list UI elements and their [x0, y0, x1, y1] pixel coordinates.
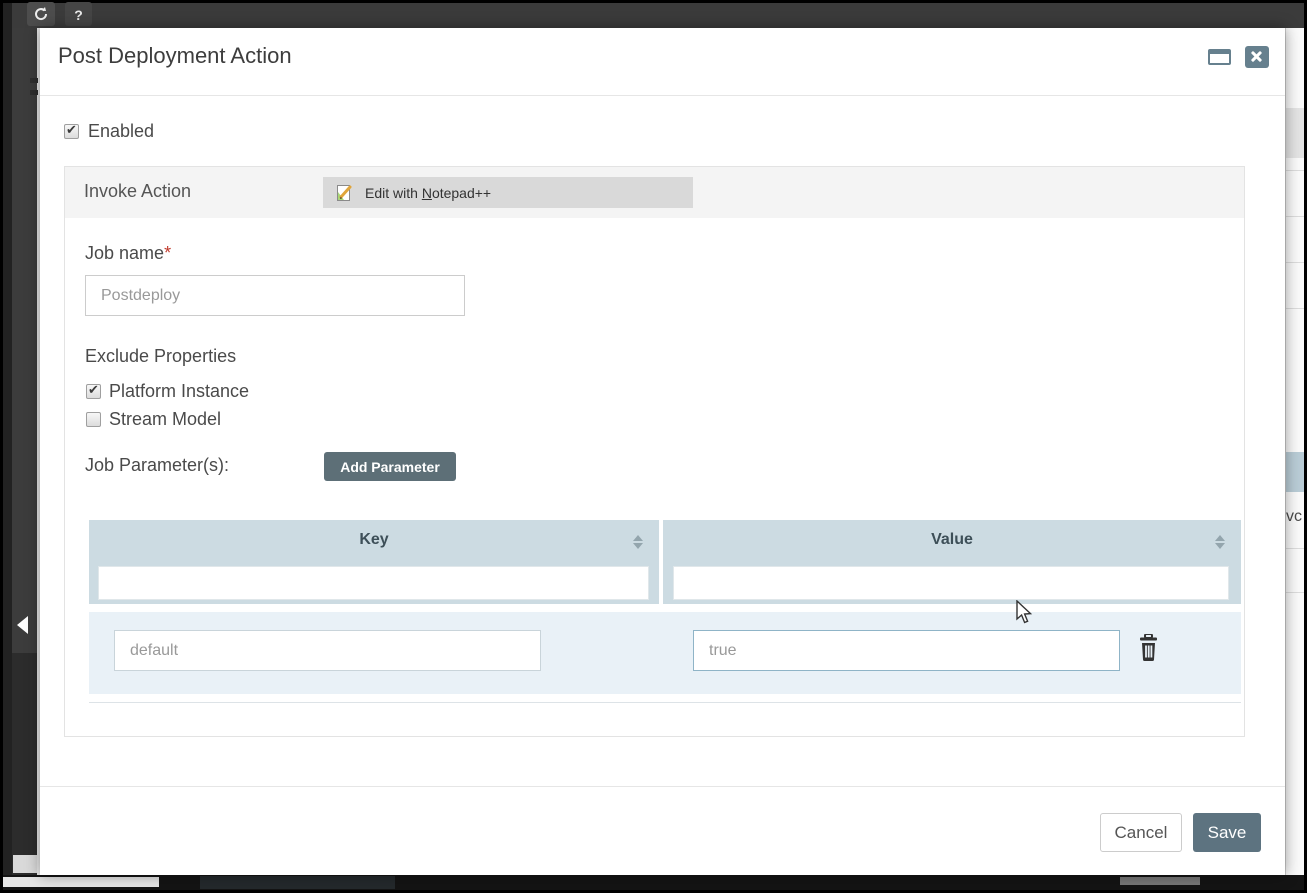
- app-left-sidebar: [12, 28, 37, 653]
- menu-icon: [30, 78, 38, 83]
- app-top-toolbar: [3, 3, 1304, 28]
- maximize-icon[interactable]: [1208, 49, 1231, 65]
- right-sliver-header: [1286, 108, 1304, 158]
- app-bottom-segment: [200, 876, 395, 889]
- stream-model-row: Stream Model: [86, 409, 221, 430]
- platform-instance-checkbox[interactable]: [86, 384, 101, 399]
- edit-with-notepad-button[interactable]: Edit with Notepad++: [323, 177, 693, 208]
- required-mark: *: [164, 243, 171, 263]
- horizontal-scrollbar-track[interactable]: [3, 877, 159, 887]
- divider: [1286, 308, 1304, 309]
- exclude-properties-label: Exclude Properties: [85, 346, 236, 367]
- divider: [1286, 548, 1304, 549]
- delete-parameter-button[interactable]: [1137, 634, 1160, 664]
- job-name-label: Job name*: [85, 243, 171, 264]
- mouse-cursor: [1016, 600, 1034, 631]
- section-title: Invoke Action: [84, 181, 191, 202]
- platform-instance-label: Platform Instance: [109, 381, 249, 401]
- parameter-value-input[interactable]: [693, 630, 1120, 671]
- value-column-label: Value: [663, 531, 1241, 549]
- sort-icon[interactable]: [1215, 535, 1225, 549]
- divider: [1286, 170, 1304, 171]
- notepad-icon: [335, 183, 355, 203]
- enabled-label: Enabled: [88, 121, 154, 141]
- refresh-button[interactable]: [27, 2, 55, 26]
- parameters-table: Key Value: [89, 520, 1241, 703]
- divider: [1286, 592, 1304, 593]
- app-bottom-bar: [3, 875, 1304, 890]
- stream-model-label: Stream Model: [109, 409, 221, 429]
- invoke-action-header: Invoke Action Edit with Notepad++: [65, 167, 1244, 218]
- collapse-sidebar-chevron-icon[interactable]: [17, 616, 28, 634]
- invoke-action-panel: Invoke Action Edit with Notepad++ Job na…: [64, 166, 1245, 737]
- trash-icon: [1137, 634, 1160, 661]
- right-sliver-selected-row: [1286, 452, 1304, 492]
- platform-instance-row: Platform Instance: [86, 381, 249, 402]
- app-left-bottom-panel: [13, 855, 37, 873]
- key-column-label: Key: [89, 531, 659, 549]
- edit-button-label: Edit with Notepad++: [365, 185, 491, 201]
- app-left-edge: [3, 3, 12, 875]
- header-divider: [40, 95, 1285, 96]
- job-parameters-label: Job Parameter(s):: [85, 455, 229, 476]
- help-icon: ?: [74, 7, 83, 23]
- enabled-checkbox[interactable]: [64, 124, 79, 139]
- dialog-title: Post Deployment Action: [58, 43, 292, 69]
- menu-icon: [30, 90, 38, 95]
- footer-divider: [40, 786, 1285, 787]
- parameter-key-input[interactable]: [114, 630, 541, 671]
- add-parameter-button[interactable]: Add Parameter: [324, 452, 456, 481]
- horizontal-scrollbar-thumb[interactable]: [1120, 877, 1200, 885]
- parameter-row: [89, 612, 1241, 694]
- value-filter-input[interactable]: [673, 566, 1229, 600]
- close-icon[interactable]: [1245, 46, 1269, 68]
- help-button[interactable]: ?: [65, 2, 92, 26]
- sort-icon[interactable]: [633, 535, 643, 549]
- right-sliver-text: vc: [1286, 508, 1302, 526]
- post-deployment-action-dialog: Post Deployment Action Enabled Invoke Ac…: [40, 28, 1285, 875]
- app-left-sidebar-lower: [12, 653, 37, 875]
- key-filter-input[interactable]: [98, 566, 649, 600]
- divider: [1286, 216, 1304, 217]
- divider: [1286, 262, 1304, 263]
- enabled-row: Enabled: [64, 121, 154, 142]
- refresh-icon: [33, 6, 49, 22]
- cancel-button[interactable]: Cancel: [1100, 813, 1182, 852]
- job-name-input[interactable]: [85, 275, 465, 316]
- screen: ? vc Post Deployment Action Enabled Invo…: [0, 0, 1307, 893]
- save-button[interactable]: Save: [1193, 813, 1261, 852]
- stream-model-checkbox[interactable]: [86, 412, 101, 427]
